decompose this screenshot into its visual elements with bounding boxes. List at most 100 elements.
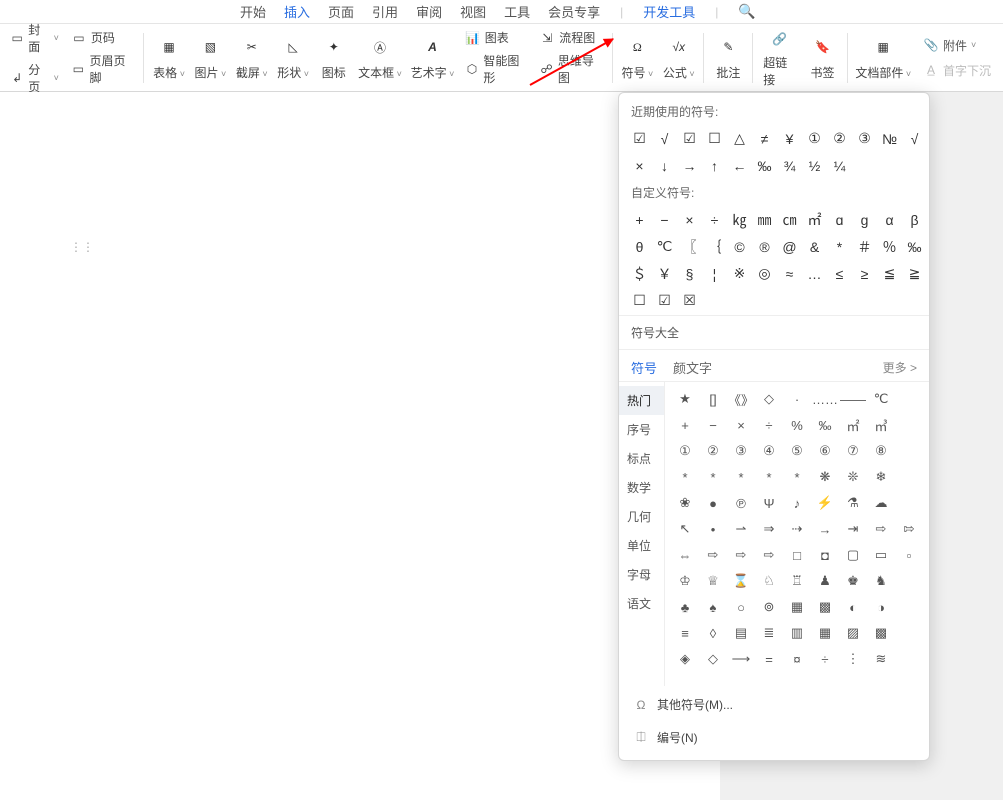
browser-symbol-cell[interactable]: ⊚ bbox=[755, 594, 783, 620]
browser-symbol-cell[interactable]: ▦ bbox=[783, 594, 811, 620]
browser-symbol-cell[interactable]: ♘ bbox=[755, 568, 783, 594]
recent-symbol-cell[interactable]: × bbox=[627, 153, 652, 178]
custom-symbol-cell[interactable]: − bbox=[652, 207, 677, 232]
symbol-browser[interactable]: ★[]《》◇·……——℃+−×÷%‰㎡㎥①②③④⑤⑥⑦⑧*****❋❊❄❀●℗Ψ… bbox=[665, 382, 929, 686]
custom-symbol-cell[interactable]: β bbox=[902, 207, 927, 232]
browser-symbol-cell[interactable]: ♖ bbox=[783, 568, 811, 594]
browser-symbol-cell[interactable]: ❀ bbox=[671, 490, 699, 516]
table-button[interactable]: ▦表格 bbox=[148, 26, 189, 90]
browser-symbol-cell[interactable]: ⑥ bbox=[811, 438, 839, 464]
browser-symbol-cell[interactable]: ❄ bbox=[867, 464, 895, 490]
browser-symbol-cell[interactable]: ⇔ bbox=[671, 542, 699, 568]
document-page[interactable]: ⋮⋮ bbox=[0, 92, 720, 800]
custom-symbol-cell[interactable]: ◎ bbox=[752, 261, 777, 286]
screenshot-button[interactable]: ✂截屏 bbox=[231, 26, 272, 90]
browser-symbol-cell[interactable]: ○ bbox=[727, 594, 755, 620]
subtab-emoji[interactable]: 颜文字 bbox=[673, 358, 712, 377]
custom-symbol-cell[interactable]: ㎜ bbox=[752, 207, 777, 232]
smartart-button[interactable]: ⬡智能图形 bbox=[463, 50, 530, 88]
browser-symbol-cell[interactable] bbox=[895, 620, 923, 646]
flowchart-button[interactable]: ⇲流程图 bbox=[537, 27, 604, 48]
custom-symbol-cell[interactable]: ￥ bbox=[652, 261, 677, 286]
pageno-button[interactable]: ▭页码 bbox=[69, 27, 136, 48]
custom-symbol-cell[interactable]: ｛ bbox=[702, 234, 727, 259]
icon-button[interactable]: ✦图标 bbox=[314, 26, 354, 90]
headerfooter-button[interactable]: ▭页眉页脚 bbox=[69, 50, 136, 88]
browser-symbol-cell[interactable]: ❋ bbox=[811, 464, 839, 490]
browser-symbol-cell[interactable]: ★ bbox=[671, 386, 699, 412]
browser-symbol-cell[interactable]: Ψ bbox=[755, 490, 783, 516]
browser-symbol-cell[interactable]: ¤ bbox=[783, 646, 811, 672]
browser-symbol-cell[interactable]: ℃ bbox=[867, 386, 895, 412]
browser-symbol-cell[interactable]: × bbox=[727, 412, 755, 438]
recent-symbol-cell[interactable]: √ bbox=[652, 126, 677, 151]
paging-button[interactable]: ↲分页˅ bbox=[8, 59, 61, 97]
browser-symbol-cell[interactable]: % bbox=[783, 412, 811, 438]
browser-symbol-cell[interactable] bbox=[895, 490, 923, 516]
browser-symbol-cell[interactable]: ⋮ bbox=[839, 646, 867, 672]
recent-symbol-cell[interactable]: ↓ bbox=[652, 153, 677, 178]
mindmap-button[interactable]: ☍思维导图 bbox=[537, 50, 604, 88]
browser-symbol-cell[interactable]: ♪ bbox=[783, 490, 811, 516]
shape-button[interactable]: ◺形状 bbox=[272, 26, 313, 90]
browser-symbol-cell[interactable]: ㎡ bbox=[839, 412, 867, 438]
browser-symbol-cell[interactable]: ♣ bbox=[671, 594, 699, 620]
recent-symbol-cell[interactable]: √ bbox=[902, 126, 927, 151]
browser-symbol-cell[interactable]: = bbox=[755, 646, 783, 672]
browser-symbol-cell[interactable]: ㎥ bbox=[867, 412, 895, 438]
browser-symbol-cell[interactable]: ≡ bbox=[671, 620, 699, 646]
all-symbols-link[interactable]: 符号大全 bbox=[619, 315, 929, 350]
browser-symbol-cell[interactable]: ♞ bbox=[867, 568, 895, 594]
tab-tools[interactable]: 工具 bbox=[504, 2, 530, 21]
browser-symbol-cell[interactable]: ▭ bbox=[867, 542, 895, 568]
hyperlink-button[interactable]: 🔗超链接 bbox=[757, 26, 802, 90]
recent-symbol-cell[interactable]: ☑ bbox=[677, 126, 702, 151]
browser-symbol-cell[interactable]: ♔ bbox=[671, 568, 699, 594]
custom-symbol-cell[interactable]: © bbox=[727, 234, 752, 259]
chart-button[interactable]: 📊图表 bbox=[463, 27, 530, 48]
tab-view[interactable]: 视图 bbox=[460, 2, 486, 21]
browser-symbol-cell[interactable]: ℗ bbox=[727, 490, 755, 516]
browser-symbol-cell[interactable]: ⑤ bbox=[783, 438, 811, 464]
custom-symbol-cell[interactable]: … bbox=[802, 261, 827, 286]
subtab-more[interactable]: 更多 > bbox=[883, 359, 917, 376]
recent-symbol-cell[interactable]: № bbox=[877, 126, 902, 151]
custom-symbol-cell[interactable]: & bbox=[802, 234, 827, 259]
browser-symbol-cell[interactable]: * bbox=[671, 464, 699, 490]
custom-symbol-cell[interactable]: ≥ bbox=[852, 261, 877, 286]
attachment-button[interactable]: 📎附件˅ bbox=[921, 35, 993, 56]
browser-symbol-cell[interactable]: ⚡ bbox=[811, 490, 839, 516]
tab-member[interactable]: 会员专享 bbox=[548, 2, 600, 21]
drag-handle-icon[interactable]: ⋮⋮ bbox=[70, 240, 94, 254]
browser-symbol-cell[interactable]: ② bbox=[699, 438, 727, 464]
browser-symbol-cell[interactable]: ⚗ bbox=[839, 490, 867, 516]
subtab-symbol[interactable]: 符号 bbox=[631, 358, 657, 377]
browser-symbol-cell[interactable]: ▤ bbox=[727, 620, 755, 646]
browser-symbol-cell[interactable]: * bbox=[755, 464, 783, 490]
custom-symbol-cell[interactable]: + bbox=[627, 207, 652, 232]
browser-symbol-cell[interactable]: · bbox=[783, 386, 811, 412]
category-item[interactable]: 语文 bbox=[619, 589, 664, 618]
category-item[interactable]: 字母 bbox=[619, 560, 664, 589]
browser-symbol-cell[interactable]: ⇰ bbox=[895, 516, 923, 542]
custom-symbol-cell[interactable]: ≦ bbox=[877, 261, 902, 286]
browser-symbol-cell[interactable]: ③ bbox=[727, 438, 755, 464]
recent-symbol-cell[interactable]: ¥ bbox=[777, 126, 802, 151]
custom-symbol-cell[interactable]: ☒ bbox=[677, 288, 702, 313]
browser-symbol-cell[interactable]: ▫ bbox=[895, 542, 923, 568]
browser-symbol-cell[interactable]: ▩ bbox=[867, 620, 895, 646]
browser-symbol-cell[interactable] bbox=[895, 386, 923, 412]
browser-symbol-cell[interactable]: ◇ bbox=[699, 646, 727, 672]
category-item[interactable]: 序号 bbox=[619, 415, 664, 444]
image-button[interactable]: ▧图片 bbox=[190, 26, 231, 90]
browser-symbol-cell[interactable]: —— bbox=[839, 386, 867, 412]
tab-start[interactable]: 开始 bbox=[240, 2, 266, 21]
browser-symbol-cell[interactable]: ⇢ bbox=[783, 516, 811, 542]
browser-symbol-cell[interactable]: ⇨ bbox=[727, 542, 755, 568]
browser-symbol-cell[interactable]: ⇨ bbox=[867, 516, 895, 542]
browser-symbol-cell[interactable]: 《》 bbox=[727, 386, 755, 412]
custom-symbol-cell[interactable]: ÷ bbox=[702, 207, 727, 232]
recent-symbol-cell[interactable]: ¼ bbox=[827, 153, 852, 178]
symbol-button[interactable]: Ω符号 bbox=[617, 26, 658, 90]
browser-symbol-cell[interactable]: ▢ bbox=[839, 542, 867, 568]
